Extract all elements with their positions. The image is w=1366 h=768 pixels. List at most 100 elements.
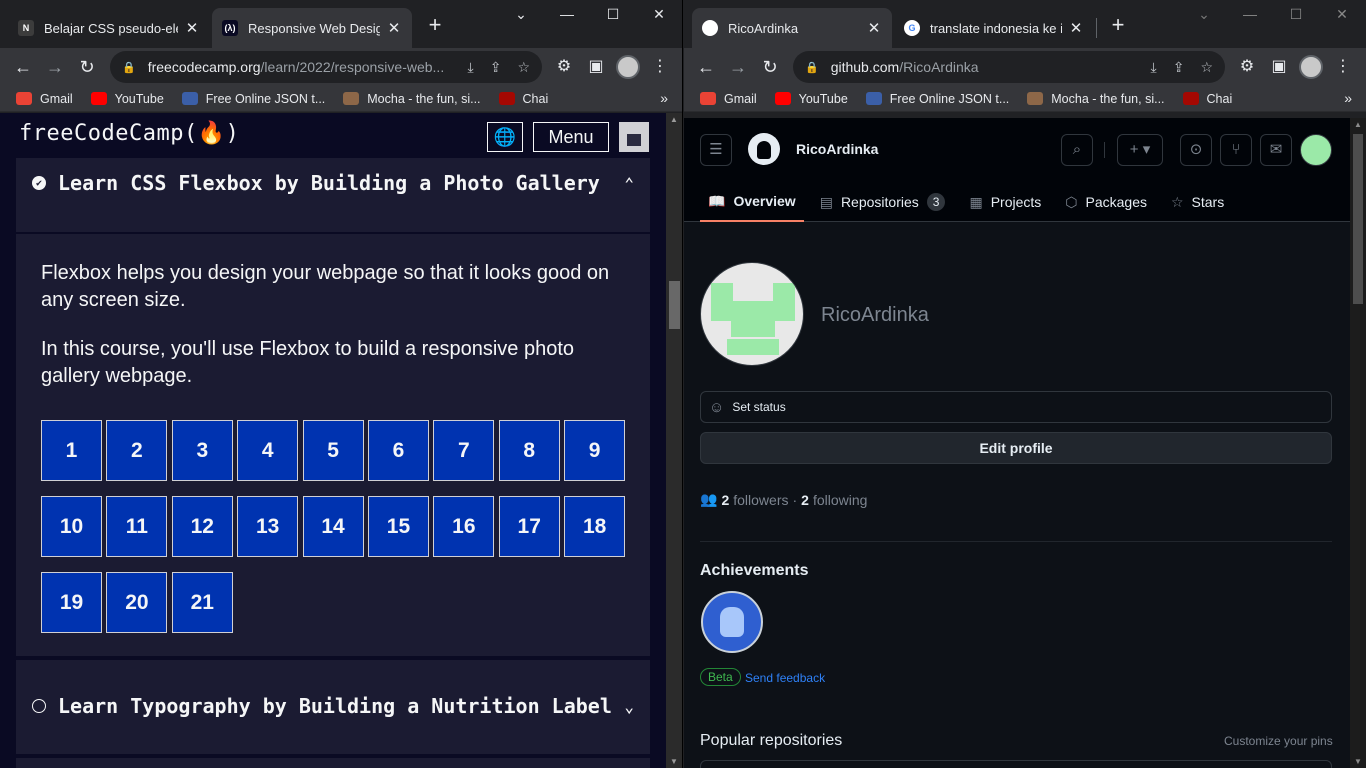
profile-avatar[interactable] (616, 55, 640, 79)
scroll-down-icon[interactable]: ▼ (1354, 757, 1362, 766)
followers-label[interactable]: followers (733, 492, 788, 508)
more-bookmarks-icon[interactable]: » (660, 90, 668, 106)
maximize-icon[interactable]: ☐ (590, 6, 636, 23)
pull-requests-icon[interactable]: ⑂ (1220, 134, 1252, 166)
reload-icon[interactable]: ↻ (74, 54, 100, 80)
side-panel-icon[interactable]: ▣ (1268, 56, 1290, 76)
install-icon[interactable]: ⤓ (1151, 59, 1157, 76)
minimize-icon[interactable]: — (1227, 6, 1273, 22)
tab-overview[interactable]: 📖 Overview (700, 182, 804, 222)
scroll-up-icon[interactable]: ▲ (670, 115, 678, 124)
inbox-icon[interactable]: ✉ (1260, 134, 1292, 166)
share-icon[interactable]: ⇪ (1173, 59, 1185, 76)
search-icon[interactable]: ⌕ (1061, 134, 1093, 166)
step-button[interactable]: 8 (498, 420, 560, 481)
close-window-icon[interactable]: ✕ (1319, 6, 1365, 23)
following-count[interactable]: 2 (801, 492, 809, 508)
create-new-plus-icon[interactable]: + ▾ (1117, 134, 1163, 166)
language-globe-icon[interactable]: 🌐 (487, 122, 523, 152)
issues-icon[interactable]: ⊙ (1180, 134, 1212, 166)
scrollbar-thumb[interactable] (1353, 134, 1363, 304)
step-button[interactable]: 7 (433, 420, 495, 481)
step-button[interactable]: 9 (564, 420, 626, 481)
install-icon[interactable]: ⤓ (468, 59, 474, 76)
customize-pins-link[interactable]: Customize your pins (1224, 734, 1333, 748)
bookmark-chai[interactable]: Chai (498, 92, 548, 106)
step-button[interactable]: 17 (498, 496, 560, 557)
bookmark-mocha[interactable]: Mocha - the fun, si... (343, 92, 481, 106)
side-panel-icon[interactable]: ▣ (585, 56, 607, 76)
scrollbar[interactable]: ▲ ▼ (666, 113, 682, 768)
scrollbar-thumb[interactable] (669, 281, 680, 329)
chevron-up-icon[interactable]: ⌃ (624, 174, 634, 193)
tab-search-icon[interactable]: ⌄ (1181, 6, 1227, 23)
step-button[interactable]: 12 (171, 496, 233, 557)
bookmark-star-icon[interactable]: ☆ (517, 59, 530, 76)
forward-icon[interactable]: → (725, 54, 751, 80)
bookmark-youtube[interactable]: YouTube (774, 92, 848, 106)
user-avatar[interactable] (1300, 134, 1332, 166)
step-button[interactable]: 10 (41, 496, 102, 557)
bookmark-mocha[interactable]: Mocha - the fun, si... (1027, 92, 1165, 106)
close-tab-icon[interactable]: ✕ (386, 19, 402, 37)
step-button[interactable]: 2 (106, 420, 168, 481)
close-tab-icon[interactable]: ✕ (184, 19, 200, 37)
bookmark-gmail[interactable]: Gmail (700, 92, 757, 106)
shark-achievement-badge[interactable] (701, 591, 763, 653)
close-tab-icon[interactable]: ✕ (866, 19, 882, 37)
bookmark-json[interactable]: Free Online JSON t... (865, 92, 1009, 106)
send-feedback-link[interactable]: Send feedback (745, 671, 825, 685)
step-button[interactable]: 20 (106, 572, 168, 633)
user-avatar[interactable] (619, 122, 649, 152)
forward-icon[interactable]: → (42, 54, 68, 80)
bookmark-gmail[interactable]: Gmail (16, 92, 73, 106)
tab-responsive-web-design[interactable]: (λ) Responsive Web Design C ✕ (212, 8, 412, 48)
step-button[interactable]: 21 (171, 572, 233, 633)
bookmark-chai[interactable]: Chai (1182, 92, 1232, 106)
chevron-down-icon[interactable]: ⌄ (624, 697, 634, 716)
profile-avatar[interactable] (1299, 55, 1323, 79)
share-icon[interactable]: ⇪ (490, 59, 502, 76)
scrollbar[interactable]: ▲ ▼ (1350, 118, 1366, 768)
step-button[interactable]: 11 (106, 496, 168, 557)
step-button[interactable]: 13 (237, 496, 299, 557)
github-logo-icon[interactable] (748, 133, 780, 165)
step-button[interactable]: 5 (302, 420, 364, 481)
header-username[interactable]: RicoArdinka (796, 141, 878, 157)
hamburger-menu-icon[interactable]: ☰ (700, 134, 732, 166)
new-tab-button[interactable]: + (421, 12, 449, 40)
tab-search-icon[interactable]: ⌄ (498, 6, 544, 23)
more-menu-icon[interactable]: ⋮ (1332, 56, 1354, 76)
reload-icon[interactable]: ↻ (757, 54, 783, 80)
step-button[interactable]: 14 (302, 496, 364, 557)
fcc-logo[interactable]: freeCodeCamp(🔥) (19, 121, 239, 146)
tab-google-translate[interactable]: G translate indonesia ke ing ✕ (894, 8, 1094, 48)
back-icon[interactable]: ← (693, 54, 719, 80)
tab-projects[interactable]: ▦ Projects (961, 182, 1049, 222)
scroll-up-icon[interactable]: ▲ (1354, 120, 1362, 129)
maximize-icon[interactable]: ☐ (1273, 6, 1319, 23)
close-window-icon[interactable]: ✕ (636, 6, 682, 23)
new-tab-button[interactable]: + (1104, 12, 1132, 40)
scroll-down-icon[interactable]: ▼ (670, 757, 678, 766)
tab-github[interactable]: RicoArdinka ✕ (692, 8, 892, 48)
tab-packages[interactable]: ⬡ Packages (1057, 182, 1155, 222)
followers-count[interactable]: 2 (721, 492, 729, 508)
edit-profile-button[interactable]: Edit profile (700, 432, 1332, 464)
tab-stars[interactable]: ☆ Stars (1163, 182, 1232, 222)
step-button[interactable]: 15 (367, 496, 429, 557)
extensions-icon[interactable]: ⚙ (1236, 56, 1258, 76)
repo-card[interactable] (700, 760, 1332, 768)
bookmark-youtube[interactable]: YouTube (90, 92, 164, 106)
more-menu-icon[interactable]: ⋮ (649, 56, 671, 76)
more-bookmarks-icon[interactable]: » (1344, 90, 1352, 106)
block-typography-header[interactable]: Learn Typography by Building a Nutrition… (16, 691, 650, 721)
step-button[interactable]: 18 (564, 496, 626, 557)
following-label[interactable]: following (813, 492, 867, 508)
close-tab-icon[interactable]: ✕ (1068, 19, 1084, 37)
bookmark-json[interactable]: Free Online JSON t... (181, 92, 325, 106)
extensions-icon[interactable]: ⚙ (553, 56, 575, 76)
address-bar[interactable]: 🔒 github.com/RicoArdinka ⤓ ⇪ ☆ (793, 51, 1225, 83)
minimize-icon[interactable]: — (544, 6, 590, 22)
block-flexbox-header[interactable]: ✔ Learn CSS Flexbox by Building a Photo … (16, 168, 650, 198)
